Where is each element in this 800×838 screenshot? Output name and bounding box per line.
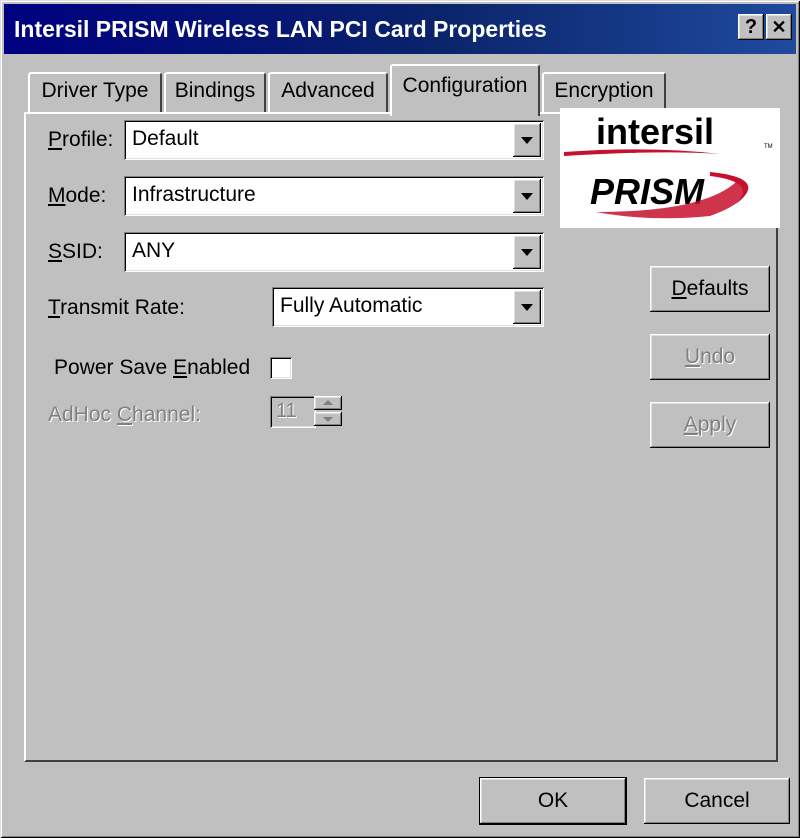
undo-button[interactable]: Undo — [650, 334, 770, 380]
adhoc-channel-field[interactable]: 11 — [270, 396, 316, 428]
ok-button[interactable]: OK — [480, 778, 626, 824]
tab-driver-type[interactable]: Driver Type — [28, 72, 162, 112]
ssid-label: SSID: — [48, 240, 103, 263]
apply-button[interactable]: Apply — [650, 402, 770, 448]
chevron-down-icon[interactable] — [513, 179, 541, 213]
transmit-rate-label: Transmit Rate: — [48, 296, 185, 319]
chevron-down-icon[interactable] — [513, 290, 541, 324]
power-save-checkbox[interactable] — [270, 357, 292, 379]
mode-value: Infrastructure — [132, 183, 256, 206]
cancel-button[interactable]: Cancel — [644, 778, 790, 824]
profile-label: Profile: — [48, 128, 114, 151]
chevron-down-icon[interactable] — [513, 235, 541, 269]
close-button[interactable]: ✕ — [766, 14, 792, 40]
defaults-button[interactable]: Defaults — [650, 266, 770, 312]
logo-graphic: intersil TM PRISM — [564, 111, 773, 219]
tab-encryption[interactable]: Encryption — [542, 72, 666, 112]
mode-dropdown[interactable]: Infrastructure — [124, 176, 544, 216]
profile-value: Default — [132, 127, 199, 150]
intersil-prism-logo: intersil TM PRISM — [560, 108, 780, 228]
mode-label: Mode: — [48, 184, 107, 207]
adhoc-channel-label: AdHoc Channel: — [48, 403, 201, 426]
close-icon: ✕ — [771, 17, 787, 37]
ssid-combobox[interactable]: ANY — [124, 232, 544, 272]
transmit-rate-dropdown[interactable]: Fully Automatic — [272, 287, 544, 327]
title-bar[interactable]: Intersil PRISM Wireless LAN PCI Card Pro… — [4, 4, 796, 54]
logo-tm-text: TM — [764, 144, 773, 150]
tab-advanced[interactable]: Advanced — [268, 72, 388, 112]
window-title: Intersil PRISM Wireless LAN PCI Card Pro… — [14, 15, 547, 42]
tab-configuration[interactable]: Configuration — [390, 64, 540, 116]
adhoc-channel-value: 11 — [276, 400, 297, 422]
properties-window: Intersil PRISM Wireless LAN PCI Card Pro… — [0, 0, 800, 838]
logo-brand-text: intersil — [596, 111, 714, 152]
spin-up-button[interactable] — [314, 396, 342, 410]
transmit-rate-value: Fully Automatic — [280, 294, 423, 317]
help-button[interactable]: ? — [738, 14, 764, 40]
ssid-value: ANY — [132, 239, 176, 262]
spin-down-button[interactable] — [314, 412, 342, 426]
chevron-down-icon[interactable] — [513, 123, 541, 157]
tab-bindings[interactable]: Bindings — [164, 72, 266, 112]
power-save-label: Power Save Enabled — [54, 356, 251, 379]
profile-dropdown[interactable]: Default — [124, 120, 544, 160]
